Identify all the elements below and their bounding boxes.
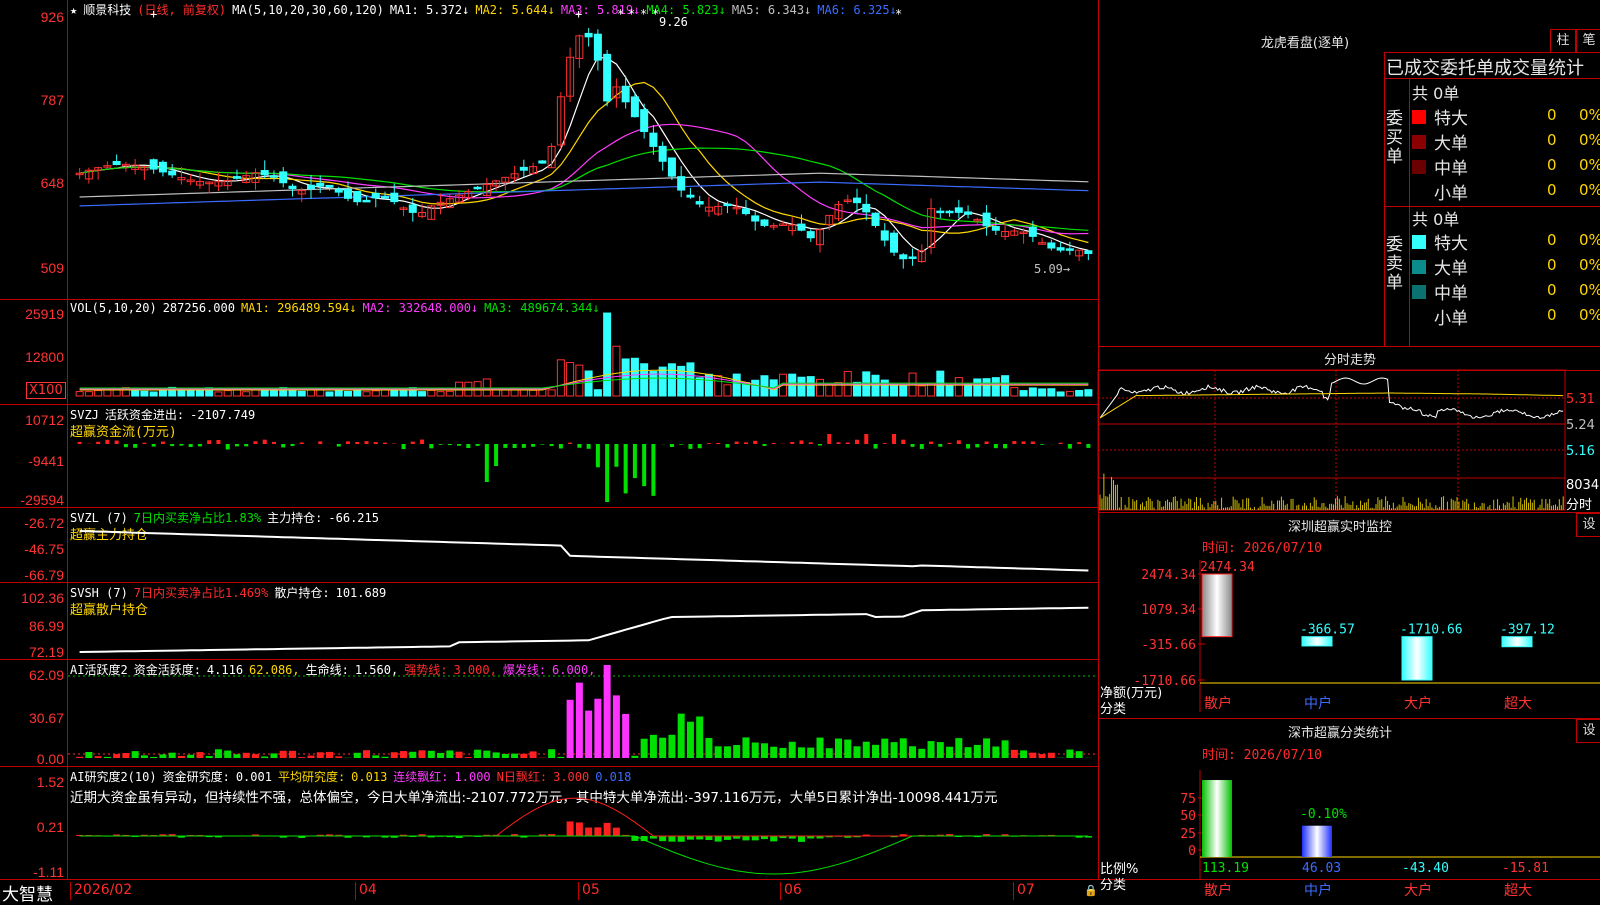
cls-cat-label: 分类	[1100, 874, 1126, 893]
cls-axis-label: 50	[1180, 809, 1196, 824]
cls-axis-label: 25	[1180, 827, 1196, 842]
cls-bar	[1302, 826, 1332, 857]
cls-bar-label: 113.19	[1202, 861, 1249, 876]
cls-bar-label: -43.40	[1402, 861, 1449, 876]
cls-bar-label: -15.81	[1502, 861, 1549, 876]
cls-top-label: -0.10%	[1300, 807, 1347, 822]
cls-axis-label: 75	[1180, 792, 1196, 807]
cls-cat: 中户	[1304, 882, 1332, 899]
cls-stat-chart[interactable]: 75 50 25 0 113.19 散户 46.03 中户 -43.40 大户 -15.81 超大 -0…	[0, 0, 1600, 900]
cls-axis-label: 0	[1188, 844, 1196, 859]
cls-bar-label: 46.03	[1302, 861, 1341, 876]
cls-cat: 大户	[1404, 882, 1432, 899]
cls-cat: 散户	[1204, 882, 1232, 899]
cls-cat: 超大	[1504, 883, 1532, 899]
cls-bar	[1202, 780, 1232, 857]
